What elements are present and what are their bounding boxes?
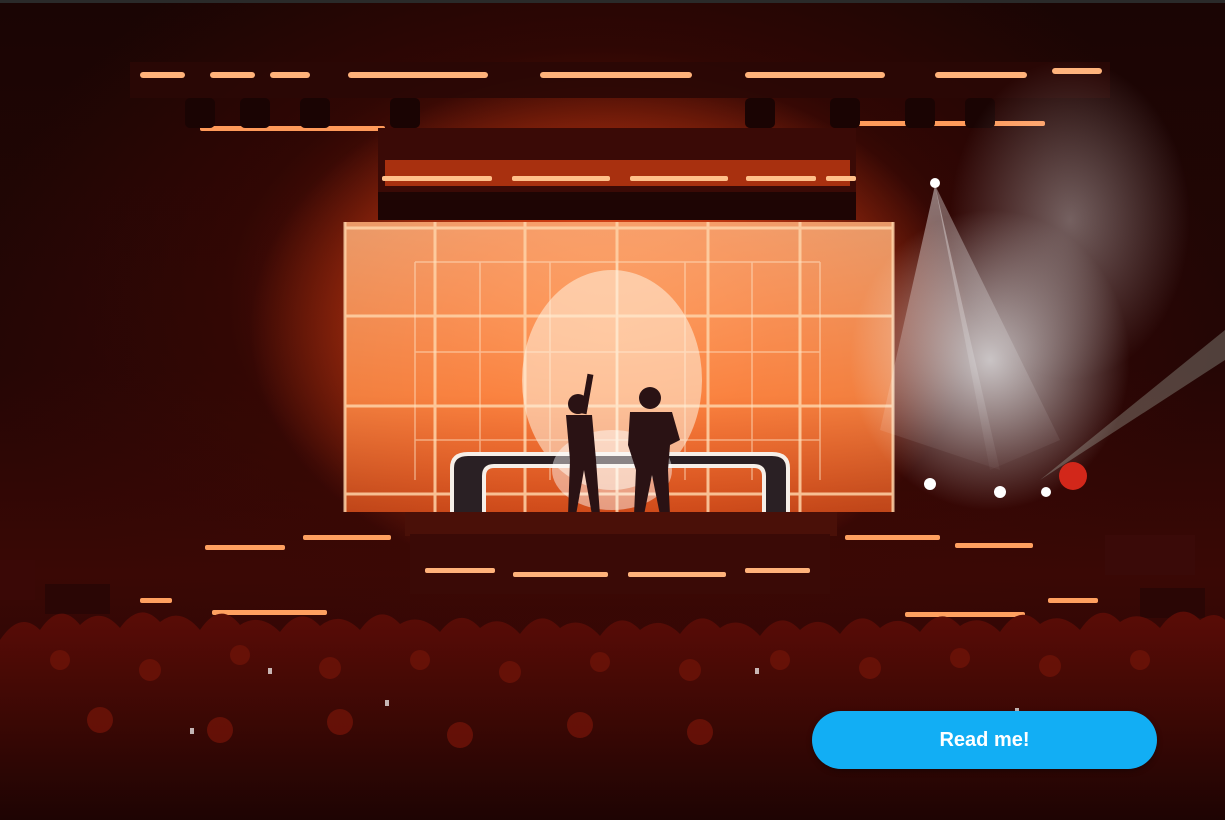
haze-beams: [850, 60, 1225, 510]
read-me-button[interactable]: Read me!: [812, 711, 1157, 769]
lower-truss: [378, 128, 856, 220]
stage-platform: [0, 512, 1205, 618]
upper-truss: [130, 62, 1110, 131]
concert-stage-photo: [0, 0, 1225, 820]
stage-illustration: [0, 60, 1225, 820]
